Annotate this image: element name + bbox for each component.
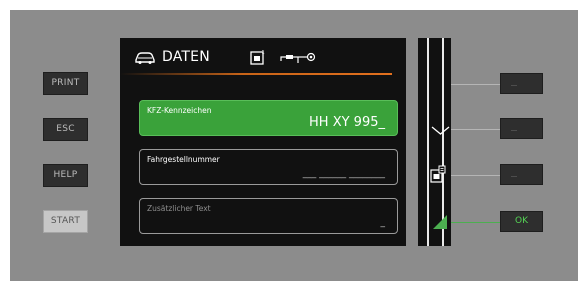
connector-line bbox=[451, 84, 500, 85]
print-button[interactable]: PRINT bbox=[43, 72, 88, 95]
rail-line-left bbox=[427, 38, 429, 246]
display-screen: DATEN 1 KFZ-Kennzeichen HH XY 995_ Fahrg… bbox=[120, 38, 406, 246]
license-plate-label: KFZ-Kennzeichen bbox=[147, 106, 212, 115]
svg-text:1: 1 bbox=[261, 50, 264, 56]
softkey-indicator bbox=[511, 85, 517, 86]
additional-text-value: _ bbox=[380, 218, 386, 228]
vin-label: Fahrgestellnummer bbox=[147, 155, 220, 164]
connector-line-active bbox=[451, 222, 500, 223]
ok-button[interactable]: OK bbox=[500, 211, 543, 232]
softkey-indicator bbox=[511, 130, 517, 131]
cable-plug-icon bbox=[280, 50, 318, 64]
screen-header: DATEN 1 bbox=[134, 46, 318, 68]
chevron-down-icon[interactable] bbox=[431, 122, 450, 135]
vin-field[interactable]: Fahrgestellnummer ___ ______ ________ bbox=[139, 149, 398, 185]
softkey-rail bbox=[418, 38, 451, 246]
ok-button-label: OK bbox=[515, 216, 528, 226]
connector-line bbox=[451, 129, 500, 130]
additional-text-label: Zusätzlicher Text bbox=[147, 204, 211, 213]
help-button[interactable]: HELP bbox=[43, 164, 88, 187]
softkey-1[interactable] bbox=[500, 73, 543, 94]
connector-line bbox=[451, 175, 500, 176]
softkey-2[interactable] bbox=[500, 118, 543, 139]
license-plate-value: HH XY 995_ bbox=[309, 115, 385, 130]
card-reader-icon: 1 bbox=[250, 49, 266, 65]
screen-title: DATEN bbox=[162, 49, 210, 65]
header-divider bbox=[120, 73, 392, 75]
license-plate-field[interactable]: KFZ-Kennzeichen HH XY 995_ bbox=[139, 100, 398, 136]
softkey-indicator bbox=[511, 176, 517, 177]
softkey-3[interactable] bbox=[500, 164, 543, 185]
esc-button[interactable]: ESC bbox=[43, 118, 88, 141]
start-button[interactable]: START bbox=[43, 210, 88, 233]
car-icon bbox=[134, 50, 156, 64]
additional-text-field[interactable]: Zusätzlicher Text _ bbox=[139, 198, 398, 234]
vin-value: ___ ______ ________ bbox=[302, 169, 385, 179]
confirm-triangle-icon[interactable] bbox=[433, 214, 447, 229]
card-reader-icon[interactable] bbox=[430, 165, 446, 183]
